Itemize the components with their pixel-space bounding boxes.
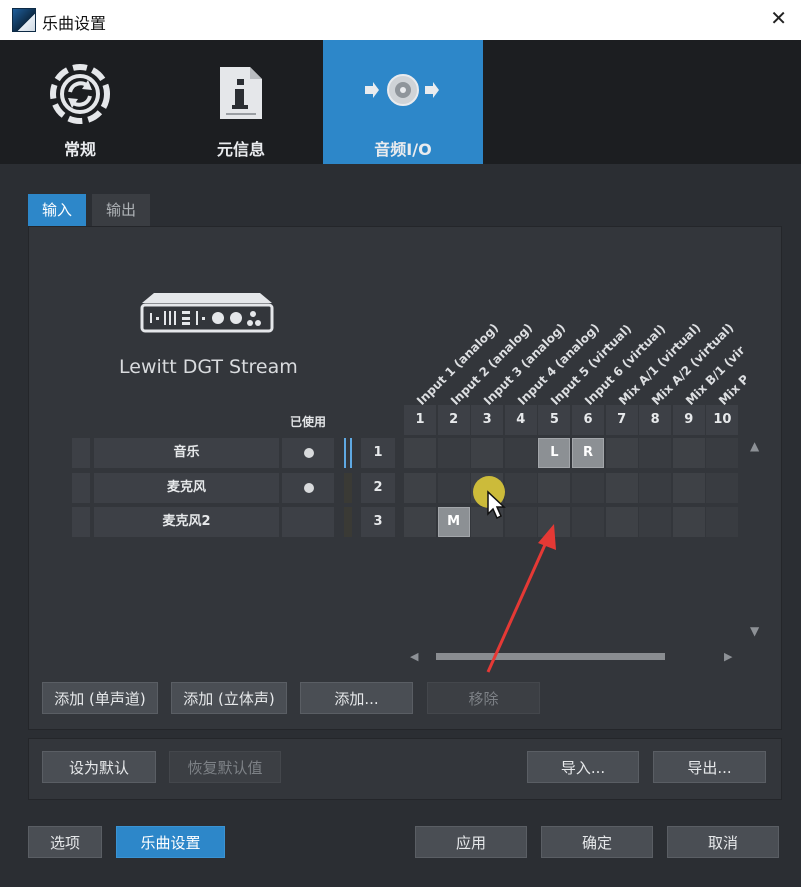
input-column-number: 3 (471, 405, 504, 435)
routing-cell[interactable] (639, 473, 672, 503)
tab-general[interactable]: 常规 (0, 40, 160, 164)
title-bar: 乐曲设置 ✕ (0, 0, 801, 40)
channel-name[interactable]: 音乐 (94, 438, 279, 468)
routing-cell[interactable] (471, 438, 504, 468)
routing-cell[interactable] (504, 507, 537, 537)
routing-cell[interactable] (672, 473, 705, 503)
category-bar: 常规 元信息 音频I/O (0, 40, 801, 164)
tab-meta-info-label: 元信息 (216, 140, 265, 159)
routing-assignment[interactable]: L (538, 438, 571, 468)
input-column-number: 1 (404, 405, 436, 435)
window-title: 乐曲设置 (42, 14, 107, 33)
remove-button[interactable]: 移除 (427, 682, 540, 714)
channel-name[interactable]: 麦克风 (94, 473, 279, 503)
channel-number: 1 (361, 438, 395, 468)
input-column-number: 5 (538, 405, 571, 435)
selection-marker (344, 473, 352, 503)
tab-audio-io[interactable]: 音频I/O (323, 40, 483, 164)
routing-cell[interactable] (538, 507, 571, 537)
routing-cell[interactable] (605, 438, 638, 468)
channel-name[interactable]: 麦克风2 (94, 507, 279, 537)
routing-assignment[interactable]: M (437, 507, 470, 537)
routing-cell[interactable] (605, 507, 638, 537)
apply-button[interactable]: 应用 (415, 826, 527, 858)
sync-icon (50, 64, 110, 124)
tab-input[interactable]: 输入 (28, 194, 87, 226)
scroll-down-icon[interactable]: ▼ (750, 624, 759, 638)
input-column-number: 8 (639, 405, 672, 435)
routing-cell[interactable] (538, 473, 571, 503)
tab-output[interactable]: 输出 (92, 194, 151, 226)
add-button[interactable]: 添加... (300, 682, 413, 714)
routing-cell[interactable] (605, 473, 638, 503)
horizontal-scrollbar-thumb[interactable] (436, 653, 665, 660)
routing-cell[interactable] (404, 438, 436, 468)
input-column-number: 2 (437, 405, 470, 435)
scroll-left-icon[interactable]: ◀ (410, 650, 418, 663)
routing-cell[interactable] (437, 438, 470, 468)
restore-default-button[interactable]: 恢复默认值 (169, 751, 281, 783)
device-name: Lewitt DGT Stream (119, 356, 298, 378)
channel-number: 2 (361, 473, 395, 503)
selection-marker (344, 507, 352, 537)
song-settings-button[interactable]: 乐曲设置 (116, 826, 225, 858)
tab-meta-info[interactable]: 元信息 (161, 40, 321, 164)
routing-cell[interactable] (504, 473, 537, 503)
set-default-button[interactable]: 设为默认 (42, 751, 156, 783)
routing-cell[interactable] (404, 473, 436, 503)
used-indicator (282, 438, 334, 468)
audio-interface-icon (140, 293, 274, 333)
routing-assignment[interactable]: R (572, 438, 604, 468)
options-button[interactable]: 选项 (28, 826, 102, 858)
routing-cell[interactable] (672, 507, 705, 537)
routing-cell[interactable] (672, 438, 705, 468)
export-button[interactable]: 导出... (653, 751, 766, 783)
routing-cell[interactable] (706, 438, 739, 468)
used-column-header: 已使用 (290, 415, 327, 429)
info-document-icon (220, 67, 262, 119)
close-button[interactable]: ✕ (770, 6, 787, 30)
routing-cell[interactable] (706, 507, 739, 537)
input-column-number: 4 (504, 405, 537, 435)
audio-io-icon (365, 74, 439, 106)
ok-button[interactable]: 确定 (541, 826, 653, 858)
routing-cell[interactable] (639, 507, 672, 537)
scroll-right-icon[interactable]: ▶ (724, 650, 732, 663)
used-indicator (282, 473, 334, 503)
selection-marker (344, 438, 352, 468)
input-column-number: 7 (605, 405, 638, 435)
input-column-number: 9 (672, 405, 705, 435)
row-handle[interactable] (72, 438, 90, 468)
import-button[interactable]: 导入... (527, 751, 639, 783)
routing-cell[interactable] (437, 473, 470, 503)
routing-cell[interactable] (706, 473, 739, 503)
add-mono-button[interactable]: 添加 (单声道) (42, 682, 158, 714)
used-dot-icon (304, 483, 314, 493)
add-stereo-button[interactable]: 添加 (立体声) (171, 682, 287, 714)
used-indicator (282, 507, 334, 537)
used-dot-icon (304, 448, 314, 458)
app-icon (12, 8, 36, 32)
row-handle[interactable] (72, 473, 90, 503)
input-column-number: 10 (706, 405, 739, 435)
row-handle[interactable] (72, 507, 90, 537)
cancel-button[interactable]: 取消 (667, 826, 779, 858)
routing-cell[interactable] (572, 507, 604, 537)
scroll-up-icon[interactable]: ▲ (750, 439, 759, 453)
tab-general-label: 常规 (63, 140, 96, 159)
input-column-number: 6 (572, 405, 604, 435)
routing-cell[interactable] (404, 507, 436, 537)
routing-cell[interactable] (639, 438, 672, 468)
mouse-cursor-icon (487, 490, 506, 520)
tab-audio-io-label: 音频I/O (374, 140, 432, 159)
routing-cell[interactable] (504, 438, 537, 468)
routing-cell[interactable] (572, 473, 604, 503)
channel-number: 3 (361, 507, 395, 537)
